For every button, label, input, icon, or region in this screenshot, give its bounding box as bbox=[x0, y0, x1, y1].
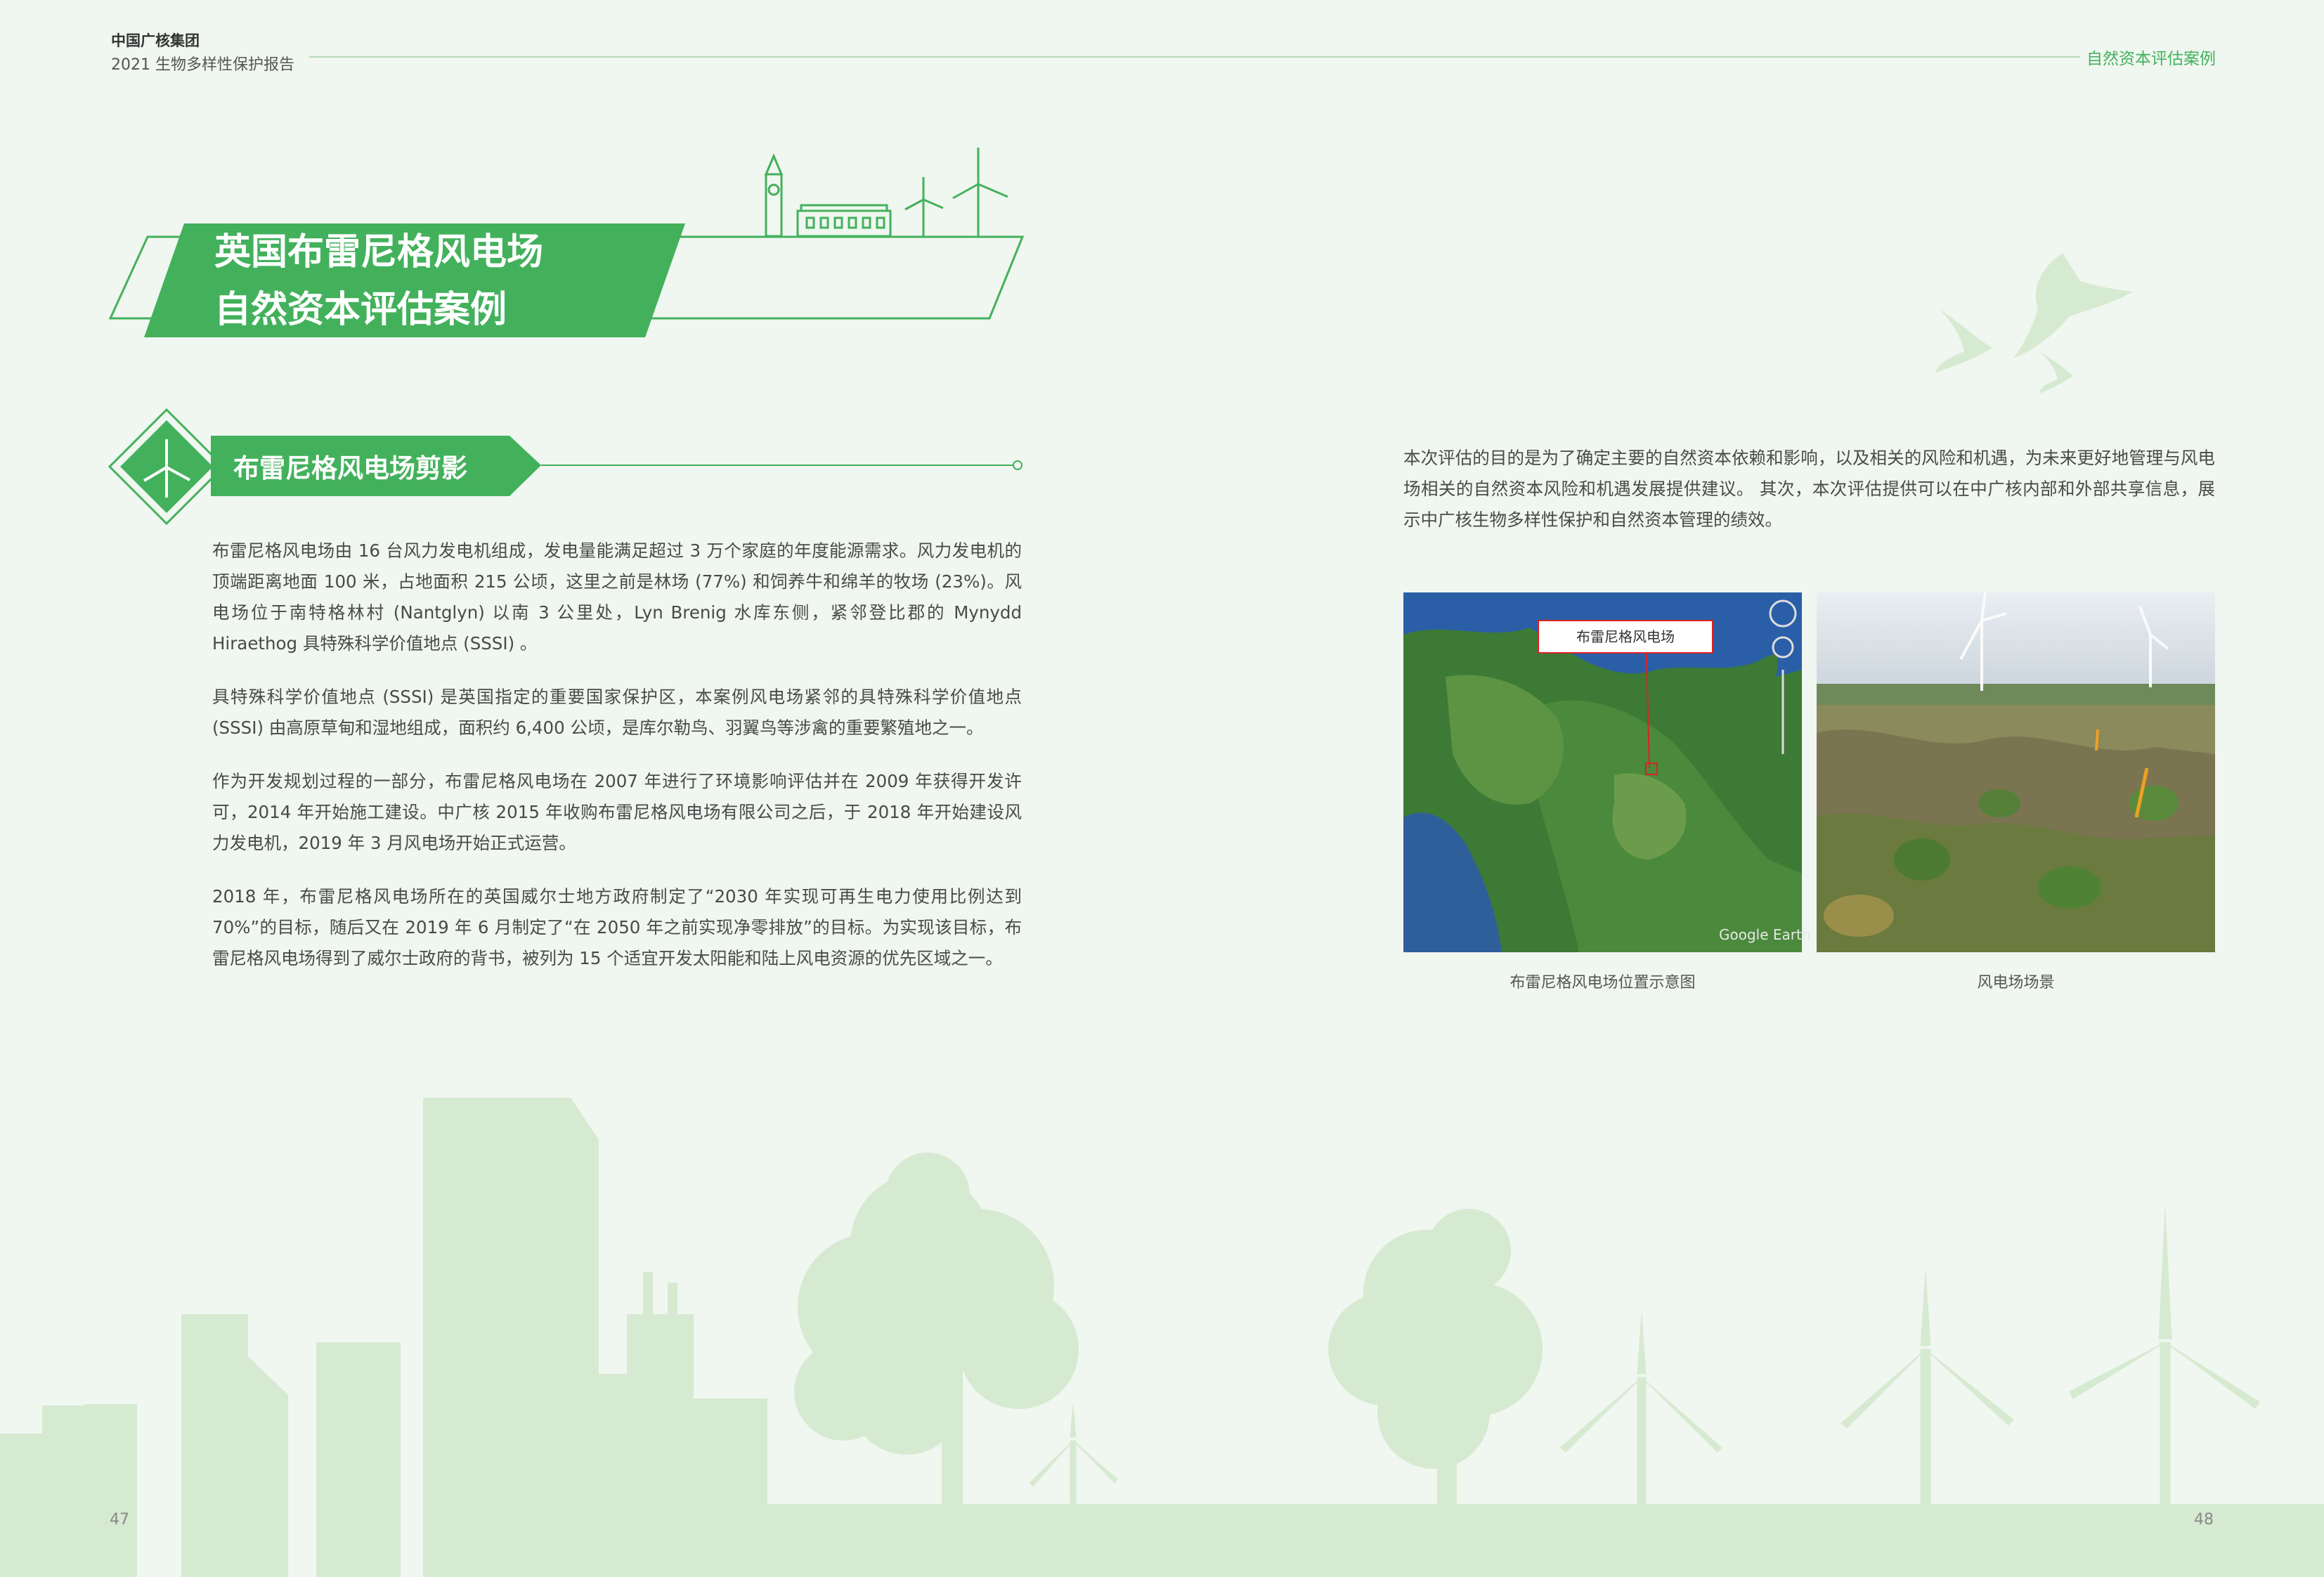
body-paragraph-2: 具特殊科学价值地点 (SSSI) 是英国指定的重要国家保护区，本案例风电场紧邻的… bbox=[212, 687, 1022, 738]
body-paragraph-4: 2018 年，布雷尼格风电场所在的英国威尔士地方政府制定了“2030 年实现可再… bbox=[212, 886, 1022, 968]
subheading: 布雷尼格风电场剪影 bbox=[233, 453, 467, 484]
page-number-right: 48 bbox=[2194, 1511, 2214, 1529]
report-spread: 中国广核集团 2021 生物多样性保护报告 自然资本评估案例 英国布雷尼格风电场… bbox=[0, 0, 2324, 1577]
wind-farm-photo-graphic bbox=[1817, 592, 2215, 952]
main-title-line2: 自然资本评估案例 bbox=[214, 289, 507, 331]
body-text: 布雷尼格风电场由 16 台风力发电机组成，发电量能满足超过 3 万个家庭的年度能… bbox=[212, 536, 1022, 997]
map-caption: 布雷尼格风电场位置示意图 bbox=[1510, 974, 1696, 992]
body-paragraph-3: 作为开发规划过程的一部分，布雷尼格风电场在 2007 年进行了环境影响评估并在 … bbox=[212, 771, 1022, 853]
google-earth-watermark: Google Earth bbox=[1719, 926, 1811, 943]
wind-farm-scene-image bbox=[1817, 592, 2215, 952]
map-location-label: 布雷尼格风电场 bbox=[1538, 620, 1713, 654]
main-title: 英国布雷尼格风电场 自然资本评估案例 bbox=[214, 223, 543, 339]
scene-caption: 风电场场景 bbox=[1977, 974, 2055, 992]
intro-paragraph: 本次评估的目的是为了确定主要的自然资本依赖和影响，以及相关的风险和机遇，为未来更… bbox=[1403, 448, 2215, 530]
body-paragraph-1: 布雷尼格风电场由 16 台风力发电机组成，发电量能满足超过 3 万个家庭的年度能… bbox=[212, 540, 1022, 654]
main-title-line1: 英国布雷尼格风电场 bbox=[214, 231, 544, 273]
section-tag: 自然资本评估案例 bbox=[2086, 50, 2216, 68]
page-number-left: 47 bbox=[110, 1511, 129, 1529]
